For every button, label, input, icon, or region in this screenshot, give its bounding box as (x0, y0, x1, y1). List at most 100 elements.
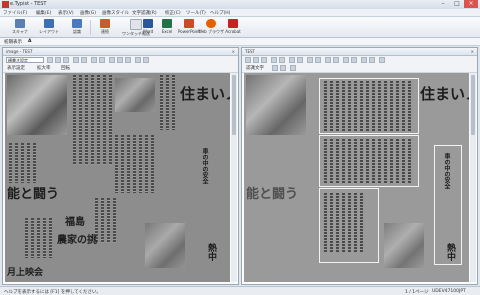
menu-view[interactable]: 表示(V) (58, 10, 74, 16)
order-icon[interactable] (143, 57, 149, 63)
mode-select[interactable]: 横書き設定 (6, 57, 44, 63)
text-column (366, 81, 369, 131)
find-icon[interactable] (289, 57, 295, 63)
table-area-icon[interactable] (117, 57, 123, 63)
text-column (348, 81, 351, 131)
text-column (91, 75, 94, 165)
redo-icon[interactable] (279, 57, 285, 63)
recognition-pane-close-button[interactable]: × (471, 49, 474, 54)
zoom-out-icon[interactable] (55, 57, 61, 63)
text-column (408, 81, 411, 131)
menu-proofread[interactable]: 校正(C) (165, 10, 181, 16)
illustration (384, 223, 424, 268)
font-icon[interactable] (307, 57, 313, 63)
menu-tools[interactable]: ツール(T) (186, 10, 206, 16)
rotate-button[interactable]: 回転 (61, 65, 70, 71)
scanner-button[interactable]: スキャナ (6, 19, 34, 37)
menu-image-style[interactable]: 画像スタイル (102, 10, 129, 16)
view-icon[interactable] (361, 57, 367, 63)
delete-area-icon[interactable] (99, 57, 105, 63)
rotate-left-icon[interactable] (73, 57, 79, 63)
text-column (396, 81, 399, 131)
word-icon (143, 19, 153, 28)
text-column (348, 193, 351, 253)
acrobat-icon (228, 19, 238, 28)
text-column (107, 198, 110, 243)
text-column (360, 81, 363, 131)
maximize-button[interactable]: □ (450, 0, 464, 8)
layout-icon (44, 19, 54, 28)
text-column (9, 143, 12, 183)
recognize-button[interactable]: 認識 (66, 19, 88, 37)
next-candidate-icon[interactable] (280, 65, 286, 71)
text-column (330, 139, 333, 184)
text-column (133, 135, 136, 193)
excel-button[interactable]: Excel (156, 19, 178, 37)
text-column (21, 143, 24, 183)
bold-icon[interactable] (315, 57, 321, 63)
cut-icon[interactable] (245, 57, 251, 63)
settings-icon[interactable] (135, 57, 141, 63)
text-column (402, 81, 405, 131)
proofread-icon[interactable] (343, 57, 349, 63)
display-bar: 初期表示 A (0, 38, 480, 46)
display-settings-button[interactable]: 表示設定 (7, 65, 25, 71)
zoom-ratio-button[interactable]: 拡大率 (37, 65, 51, 71)
image-scrollbar[interactable] (231, 73, 237, 282)
close-button[interactable]: × (464, 0, 478, 8)
menu-file[interactable]: ファイル(F) (3, 10, 27, 16)
replace-icon[interactable] (297, 57, 303, 63)
acrobat-button[interactable]: Acrobat (222, 19, 244, 37)
menu-edit[interactable]: 編集(E) (36, 10, 51, 16)
display-label: 初期表示 (4, 40, 22, 45)
menu-help[interactable]: ヘルプ(H) (210, 10, 230, 16)
recognition-toolbar-2: 認識文字 (242, 64, 477, 73)
align-icon[interactable] (325, 57, 331, 63)
mark-icon[interactable] (290, 65, 296, 71)
image-area-icon[interactable] (125, 57, 131, 63)
image-icon[interactable] (379, 57, 385, 63)
text-column (396, 139, 399, 184)
scrollbar-thumb[interactable] (471, 75, 475, 135)
web-browser-button[interactable]: Web ブラウザ (198, 19, 224, 37)
text-area-icon[interactable] (109, 57, 115, 63)
scanned-image-left: 住まいノート 能と闘う 福島 農家の挑 車の中の安全 熱中 月上映会 (5, 73, 230, 282)
text-column (384, 81, 387, 131)
rotate-right-icon[interactable] (81, 57, 87, 63)
continuous-button[interactable]: 連続 (94, 19, 116, 37)
text-column (348, 139, 351, 184)
text-column (378, 81, 381, 131)
zoom-in-icon[interactable] (47, 57, 53, 63)
recognition-pane-title: TEST × (242, 48, 477, 56)
text-column (378, 139, 381, 184)
dictionary-icon[interactable] (351, 57, 357, 63)
page-indicator: 1 / 1ページ (405, 290, 429, 295)
recognized-text-button[interactable]: 認識文字 (246, 65, 264, 71)
image-pane-close-button[interactable]: × (232, 49, 235, 54)
fit-page-icon[interactable] (63, 57, 69, 63)
minimize-button[interactable]: – (436, 0, 450, 8)
recognition-scrollbar[interactable] (470, 73, 476, 282)
sub-farmers: 農家の挑 (57, 235, 97, 246)
scrollbar-thumb[interactable] (232, 75, 236, 135)
news-photo (246, 75, 306, 135)
layout-button[interactable]: レイアウト (36, 19, 62, 37)
text-column (354, 193, 357, 253)
undo-icon[interactable] (271, 57, 277, 63)
image-toolbar-2: 表示設定 拡大率 回転 (3, 64, 238, 73)
text-column (101, 198, 104, 243)
menu-image[interactable]: 画像(G) (80, 10, 96, 16)
paste-icon[interactable] (261, 57, 267, 63)
scanned-image-right: 住まいノート 能と闘う 車の中の安全 熱中 (244, 73, 469, 282)
vertical-text-icon[interactable] (333, 57, 339, 63)
display-marker[interactable]: A (28, 39, 31, 44)
text-column (408, 139, 411, 184)
menu-recognize[interactable]: 文字認識(R) (132, 10, 157, 16)
select-area-icon[interactable] (91, 57, 97, 63)
copy-icon[interactable] (253, 57, 259, 63)
text-column (390, 139, 393, 184)
recognition-pane: TEST × 認識文字 住まい 能と闘う 車の中の安全 熱中 (241, 47, 478, 285)
text-column (360, 139, 363, 184)
prev-candidate-icon[interactable] (272, 65, 278, 71)
table-icon[interactable] (369, 57, 375, 63)
